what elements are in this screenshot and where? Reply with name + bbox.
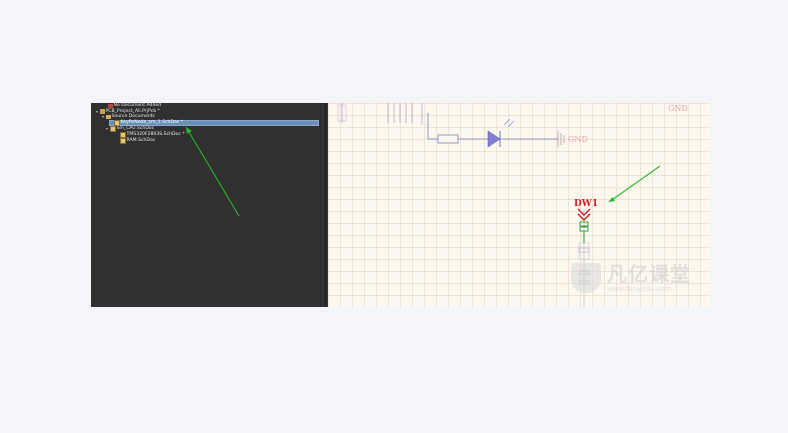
app-window: No Document Added ▾ PCB_Project_Ali.PrjPcb… <box>91 103 710 307</box>
annotation-arrows <box>185 126 661 217</box>
arrow-to-tree-item <box>185 126 240 217</box>
arrow-to-designator <box>608 165 661 203</box>
